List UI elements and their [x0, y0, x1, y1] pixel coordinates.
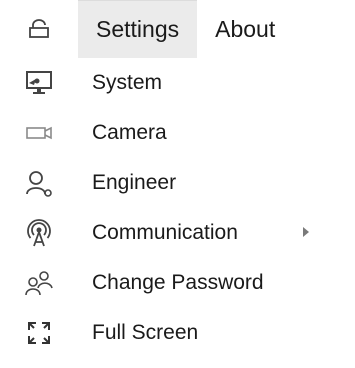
- settings-dropdown-menu: System Camera Engineer Communication Cha…: [0, 58, 355, 358]
- submenu-arrow-icon: [303, 227, 309, 237]
- menu-item-label: System: [92, 71, 163, 94]
- antenna-icon: [0, 208, 78, 258]
- menu-item-communication[interactable]: Communication: [0, 208, 355, 258]
- monitor-tools-icon: [0, 58, 78, 108]
- lock-button[interactable]: [0, 0, 78, 58]
- menu-item-label: Change Password: [92, 271, 264, 294]
- menu-item-engineer[interactable]: Engineer: [0, 158, 355, 208]
- menu-item-label: Engineer: [92, 171, 177, 194]
- camera-icon: [0, 108, 78, 158]
- menu-item-system[interactable]: System: [0, 58, 355, 108]
- menu-item-change-password[interactable]: Change Password: [0, 258, 355, 308]
- fullscreen-icon: [0, 308, 78, 358]
- menu-item-label: Camera: [92, 121, 167, 144]
- tab-about[interactable]: About: [197, 0, 293, 58]
- person-icon: [0, 158, 78, 208]
- menu-item-full-screen[interactable]: Full Screen: [0, 308, 355, 358]
- menu-item-camera[interactable]: Camera: [0, 108, 355, 158]
- menu-item-label: Communication: [92, 221, 238, 244]
- menu-bar: Settings About: [0, 0, 355, 58]
- lock-icon: [28, 19, 50, 39]
- tab-settings[interactable]: Settings: [78, 0, 198, 58]
- users-icon: [0, 258, 78, 308]
- menu-item-label: Full Screen: [92, 321, 199, 344]
